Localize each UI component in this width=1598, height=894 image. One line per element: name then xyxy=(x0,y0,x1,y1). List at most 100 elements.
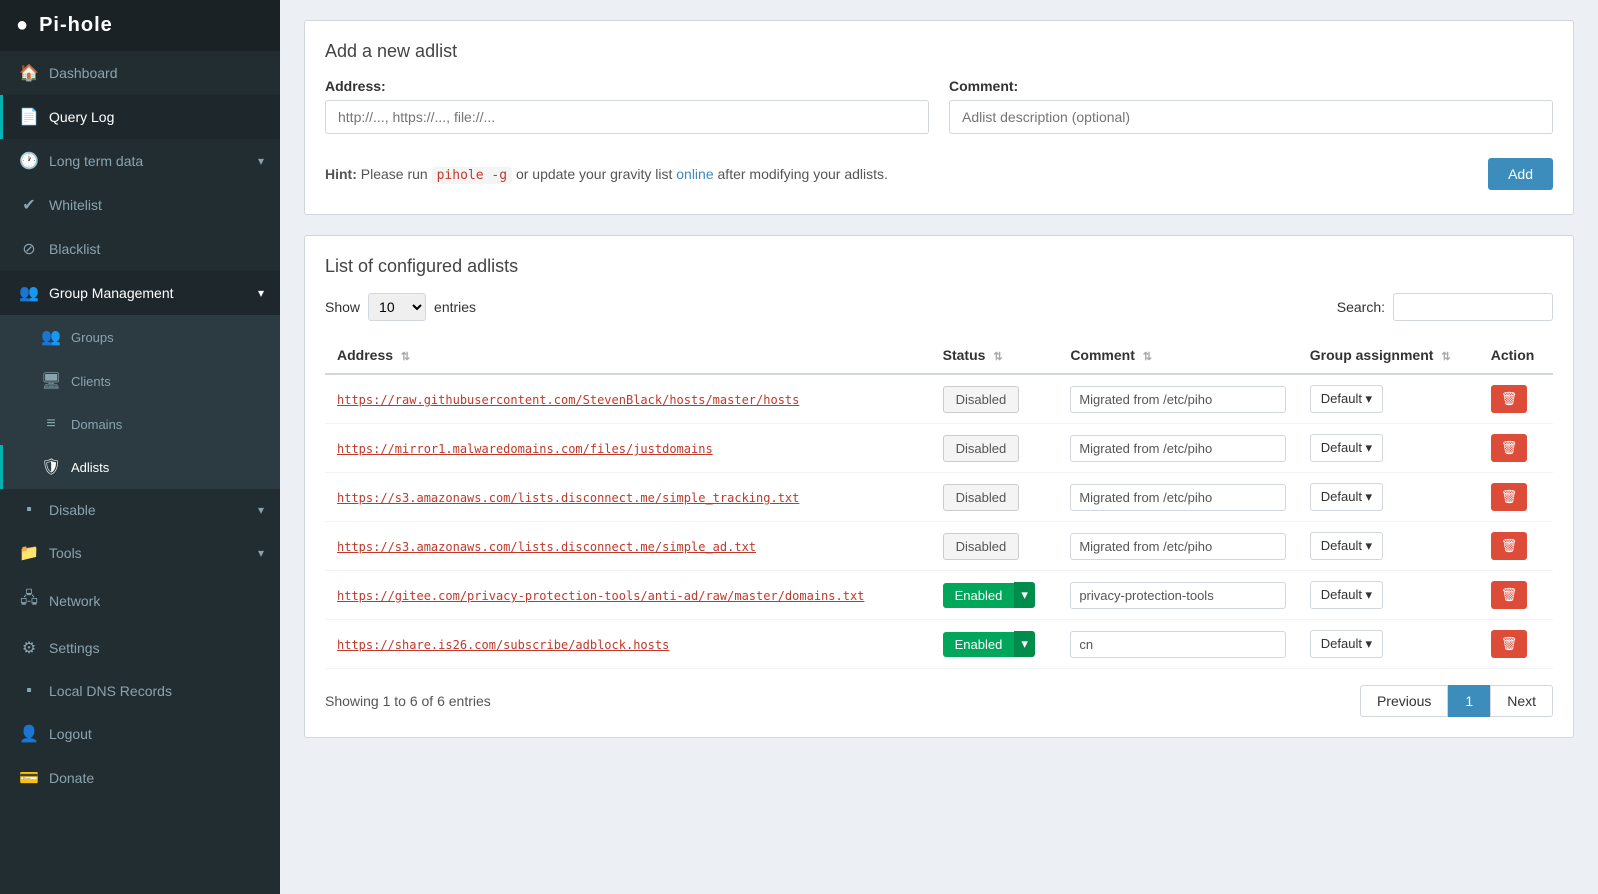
sidebar-item-tools[interactable]: 📁 Tools ▾ xyxy=(0,531,280,575)
hint-link[interactable]: online xyxy=(676,166,713,182)
sidebar-item-blacklist[interactable]: ⊘ Blacklist xyxy=(0,227,280,271)
hint-please-run: Please run xyxy=(361,166,432,182)
comment-field[interactable] xyxy=(1070,484,1285,511)
sidebar-label-logout: Logout xyxy=(49,726,92,742)
col-group[interactable]: Group assignment ⇅ xyxy=(1298,337,1479,374)
enabled-caret-button[interactable]: ▾ xyxy=(1014,582,1035,608)
table-row: https://s3.amazonaws.com/lists.disconnec… xyxy=(325,473,1553,522)
sidebar-item-whitelist[interactable]: ✔ Whitelist xyxy=(0,183,280,227)
status-cell: Disabled xyxy=(931,522,1059,571)
next-button[interactable]: Next xyxy=(1490,685,1553,717)
address-link[interactable]: https://raw.githubusercontent.com/Steven… xyxy=(337,393,799,407)
sidebar-item-clients[interactable]: 🖥 Clients xyxy=(0,359,280,403)
sidebar-item-domains[interactable]: ≡ Domains xyxy=(0,403,280,445)
sidebar-item-local-dns[interactable]: ▪ Local DNS Records xyxy=(0,670,280,712)
comment-cell xyxy=(1058,424,1297,473)
address-link[interactable]: https://mirror1.malwaredomains.com/files… xyxy=(337,442,713,456)
sidebar-item-adlists[interactable]: 🛡 Adlists xyxy=(0,445,280,489)
comment-field[interactable] xyxy=(1070,386,1285,413)
comment-field[interactable] xyxy=(1070,533,1285,560)
square-icon: ▪ xyxy=(19,501,39,519)
col-status[interactable]: Status ⇅ xyxy=(931,337,1059,374)
show-entries: Show 10 25 50 100 entries xyxy=(325,293,476,321)
address-link[interactable]: https://s3.amazonaws.com/lists.disconnec… xyxy=(337,491,799,505)
delete-button[interactable]: 🗑 xyxy=(1491,385,1528,413)
add-button[interactable]: Add xyxy=(1488,158,1553,190)
add-adlist-box: Add a new adlist Address: Comment: Hint: xyxy=(304,20,1574,215)
status-cell: Disabled xyxy=(931,473,1059,522)
logo-icon: ● xyxy=(16,14,29,37)
group-dropdown: Default ▾ xyxy=(1310,630,1467,658)
col-address[interactable]: Address ⇅ xyxy=(325,337,931,374)
delete-button[interactable]: 🗑 xyxy=(1491,630,1528,658)
col-comment[interactable]: Comment ⇅ xyxy=(1058,337,1297,374)
sidebar-item-settings[interactable]: ⚙ Settings xyxy=(0,626,280,670)
add-adlist-body: Add a new adlist Address: Comment: Hint: xyxy=(305,21,1573,214)
group-select-button[interactable]: Default ▾ xyxy=(1310,630,1383,658)
address-link[interactable]: https://share.is26.com/subscribe/adblock… xyxy=(337,638,669,652)
delete-button[interactable]: 🗑 xyxy=(1491,434,1528,462)
sidebar-item-disable[interactable]: ▪ Disable ▾ xyxy=(0,489,280,531)
search-input[interactable] xyxy=(1393,293,1553,321)
prev-button[interactable]: Previous xyxy=(1360,685,1448,717)
folder-icon: 📁 xyxy=(19,543,39,563)
sidebar-item-long-term-data[interactable]: 🕐 Long term data ▾ xyxy=(0,139,280,183)
disabled-button[interactable]: Disabled xyxy=(943,533,1020,560)
delete-button[interactable]: 🗑 xyxy=(1491,483,1528,511)
status-cell: Enabled▾ xyxy=(931,620,1059,669)
group-dropdown: Default ▾ xyxy=(1310,385,1467,413)
action-cell: 🗑 xyxy=(1479,374,1553,424)
search-box: Search: xyxy=(1337,293,1553,321)
page-1-button[interactable]: 1 xyxy=(1448,685,1490,717)
sidebar-item-logout[interactable]: 👤 Logout xyxy=(0,712,280,756)
comment-field[interactable] xyxy=(1070,435,1285,462)
comment-field[interactable] xyxy=(1070,631,1285,658)
dns-icon: ▪ xyxy=(19,682,39,700)
sidebar-label-disable: Disable xyxy=(49,502,96,518)
address-label: Address: xyxy=(325,78,929,94)
group-select-button[interactable]: Default ▾ xyxy=(1310,385,1383,413)
comment-cell xyxy=(1058,620,1297,669)
group-cell: Default ▾ xyxy=(1298,424,1479,473)
gear-icon: ⚙ xyxy=(19,638,39,658)
donate-icon: 💳 xyxy=(19,768,39,788)
disabled-button[interactable]: Disabled xyxy=(943,484,1020,511)
address-link[interactable]: https://gitee.com/privacy-protection-too… xyxy=(337,589,864,603)
address-input[interactable] xyxy=(325,100,929,134)
comment-field[interactable] xyxy=(1070,582,1285,609)
group-dropdown: Default ▾ xyxy=(1310,532,1467,560)
group-select-button[interactable]: Default ▾ xyxy=(1310,532,1383,560)
sidebar-item-query-log[interactable]: 📄 Query Log xyxy=(0,95,280,139)
group-select-button[interactable]: Default ▾ xyxy=(1310,483,1383,511)
groups-icon: 👥 xyxy=(41,327,61,347)
group-select-button[interactable]: Default ▾ xyxy=(1310,434,1383,462)
delete-button[interactable]: 🗑 xyxy=(1491,532,1528,560)
action-cell: 🗑 xyxy=(1479,473,1553,522)
table-row: https://raw.githubusercontent.com/Steven… xyxy=(325,374,1553,424)
sidebar-item-groups[interactable]: 👥 Groups xyxy=(0,315,280,359)
adlists-list-box: List of configured adlists Show 10 25 50… xyxy=(304,235,1574,738)
address-link[interactable]: https://s3.amazonaws.com/lists.disconnec… xyxy=(337,540,756,554)
disabled-button[interactable]: Disabled xyxy=(943,435,1020,462)
enabled-button[interactable]: Enabled xyxy=(943,632,1015,657)
group-cell: Default ▾ xyxy=(1298,374,1479,424)
entries-select[interactable]: 10 25 50 100 xyxy=(368,293,426,321)
sort-icon-group: ⇅ xyxy=(1441,351,1450,363)
comment-input[interactable] xyxy=(949,100,1553,134)
sidebar-item-donate[interactable]: 💳 Donate xyxy=(0,756,280,800)
group-select-button[interactable]: Default ▾ xyxy=(1310,581,1383,609)
sidebar-item-network[interactable]: 🖧 Network xyxy=(0,575,280,626)
sidebar-item-dashboard[interactable]: 🏠 Dashboard xyxy=(0,51,280,95)
disabled-button[interactable]: Disabled xyxy=(943,386,1020,413)
hint-prefix: Hint: xyxy=(325,166,357,182)
sidebar-item-group-management[interactable]: 👥 Group Management ▾ xyxy=(0,271,280,315)
delete-button[interactable]: 🗑 xyxy=(1491,581,1528,609)
address-group: Address: xyxy=(325,78,929,134)
enabled-button-group: Enabled▾ xyxy=(943,631,1047,657)
hint-suffix: after modifying your adlists. xyxy=(718,166,888,182)
enabled-button[interactable]: Enabled xyxy=(943,583,1015,608)
group-dropdown: Default ▾ xyxy=(1310,434,1467,462)
enabled-caret-button[interactable]: ▾ xyxy=(1014,631,1035,657)
status-cell: Disabled xyxy=(931,424,1059,473)
sort-icon-status: ⇅ xyxy=(993,351,1002,363)
